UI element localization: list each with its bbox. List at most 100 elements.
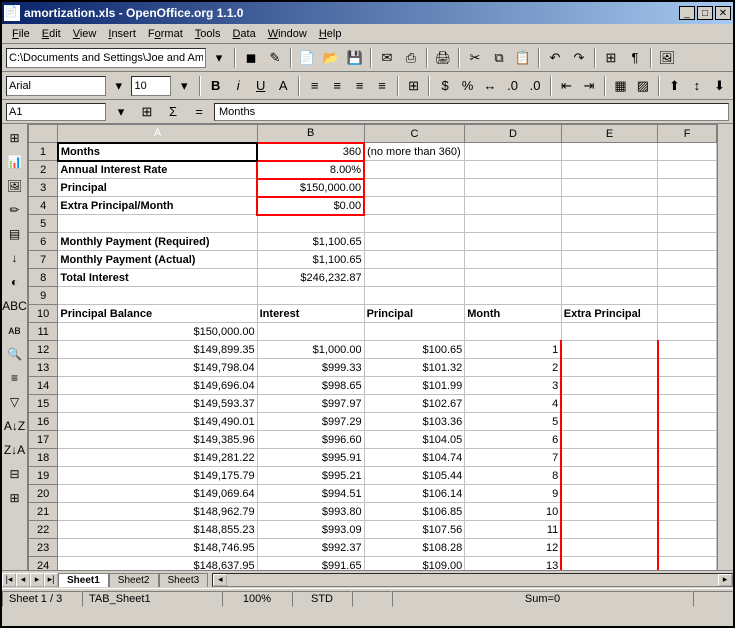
cut-icon[interactable]: ✂: [464, 47, 486, 69]
cell[interactable]: $149,385.96: [58, 431, 257, 449]
cell[interactable]: $149,899.35: [58, 341, 257, 359]
cell[interactable]: 6: [465, 431, 561, 449]
cell[interactable]: Month: [465, 305, 561, 323]
status-zoom[interactable]: 100%: [222, 591, 292, 607]
sort-asc-icon[interactable]: A↓Z: [5, 416, 25, 436]
tab-first-icon[interactable]: |◂: [2, 573, 16, 587]
cell[interactable]: [658, 557, 717, 571]
cell[interactable]: Interest: [257, 305, 364, 323]
row-header[interactable]: 20: [29, 485, 58, 503]
cell[interactable]: [465, 143, 561, 161]
autofill-icon[interactable]: ↓: [5, 248, 25, 268]
cell[interactable]: $991.65: [257, 557, 364, 571]
cell[interactable]: [658, 395, 717, 413]
cell[interactable]: Extra Principal/Month: [58, 197, 257, 215]
cell[interactable]: Extra Principal: [561, 305, 657, 323]
vertical-scrollbar[interactable]: [717, 124, 733, 570]
spellcheck-icon[interactable]: ABC: [5, 296, 25, 316]
maximize-button[interactable]: □: [697, 6, 713, 20]
cell[interactable]: 1: [465, 341, 561, 359]
cell[interactable]: $107.56: [364, 521, 465, 539]
group-icon[interactable]: ⊟: [5, 464, 25, 484]
cell[interactable]: [465, 251, 561, 269]
cell[interactable]: [658, 431, 717, 449]
cell[interactable]: [658, 413, 717, 431]
cell[interactable]: [465, 179, 561, 197]
cell[interactable]: $995.91: [257, 449, 364, 467]
cell[interactable]: [364, 179, 465, 197]
col-header-f[interactable]: F: [658, 125, 717, 143]
row-header[interactable]: 15: [29, 395, 58, 413]
cell[interactable]: [658, 251, 717, 269]
cell[interactable]: [658, 539, 717, 557]
align-right-icon[interactable]: ≡: [350, 75, 369, 97]
paste-icon[interactable]: 📋: [512, 47, 534, 69]
cell[interactable]: [658, 485, 717, 503]
row-header[interactable]: 8: [29, 269, 58, 287]
cell[interactable]: [364, 287, 465, 305]
minimize-button[interactable]: _: [679, 6, 695, 20]
row-header[interactable]: 7: [29, 251, 58, 269]
cell[interactable]: [561, 323, 657, 341]
cell[interactable]: $1,100.65: [257, 233, 364, 251]
size-dropdown-icon[interactable]: ▾: [174, 75, 193, 97]
indent-inc-icon[interactable]: ⇥: [579, 75, 598, 97]
cell[interactable]: [364, 251, 465, 269]
cell[interactable]: [561, 521, 657, 539]
open-icon[interactable]: 📂: [320, 47, 342, 69]
cell[interactable]: [465, 287, 561, 305]
cell[interactable]: [561, 359, 657, 377]
cell[interactable]: [561, 449, 657, 467]
tab-sheet1[interactable]: Sheet1: [58, 573, 109, 587]
font-dropdown-icon[interactable]: ▾: [109, 75, 128, 97]
cell[interactable]: [561, 467, 657, 485]
row-header[interactable]: 2: [29, 161, 58, 179]
spreadsheet-grid[interactable]: A B C D E F 1 Months 360 (no more than 3…: [28, 124, 717, 570]
underline-button[interactable]: U: [251, 75, 270, 97]
cell[interactable]: $149,696.04: [58, 377, 257, 395]
cell[interactable]: $997.97: [257, 395, 364, 413]
cell[interactable]: [658, 359, 717, 377]
cell[interactable]: [465, 323, 561, 341]
font-name-input[interactable]: [6, 76, 106, 96]
row-header[interactable]: 10: [29, 305, 58, 323]
cell[interactable]: 10: [465, 503, 561, 521]
cell[interactable]: [658, 197, 717, 215]
row-header[interactable]: 3: [29, 179, 58, 197]
cell[interactable]: Principal: [58, 179, 257, 197]
ungroup-icon[interactable]: ⊞: [5, 488, 25, 508]
theme-icon[interactable]: ◐: [5, 272, 25, 292]
row-header[interactable]: 21: [29, 503, 58, 521]
menu-edit[interactable]: Edit: [36, 26, 67, 42]
cell[interactable]: [561, 269, 657, 287]
cell[interactable]: [561, 431, 657, 449]
row-header[interactable]: 14: [29, 377, 58, 395]
col-header-d[interactable]: D: [465, 125, 561, 143]
save-icon[interactable]: 💾: [344, 47, 366, 69]
justify-icon[interactable]: ≡: [372, 75, 391, 97]
scroll-right-icon[interactable]: ▸: [718, 574, 732, 586]
cell[interactable]: [658, 215, 717, 233]
cell[interactable]: [658, 179, 717, 197]
cell[interactable]: Principal: [364, 305, 465, 323]
cell[interactable]: [658, 287, 717, 305]
cell[interactable]: $995.21: [257, 467, 364, 485]
row-header[interactable]: 5: [29, 215, 58, 233]
cell[interactable]: [561, 233, 657, 251]
cell[interactable]: $149,281.22: [58, 449, 257, 467]
cell[interactable]: $150,000.00: [58, 323, 257, 341]
align-left-icon[interactable]: ≡: [305, 75, 324, 97]
cell[interactable]: [364, 215, 465, 233]
row-header[interactable]: 1: [29, 143, 58, 161]
cell[interactable]: [561, 197, 657, 215]
cell[interactable]: [58, 215, 257, 233]
redo-icon[interactable]: ↷: [568, 47, 590, 69]
cell[interactable]: [257, 215, 364, 233]
chart-icon[interactable]: 📊: [5, 152, 25, 172]
cell[interactable]: 5: [465, 413, 561, 431]
cell[interactable]: $101.99: [364, 377, 465, 395]
decimal-inc-icon[interactable]: .0: [503, 75, 522, 97]
find-icon[interactable]: 🔍: [5, 344, 25, 364]
cell[interactable]: [561, 395, 657, 413]
tab-sheet3[interactable]: Sheet3: [159, 573, 209, 587]
